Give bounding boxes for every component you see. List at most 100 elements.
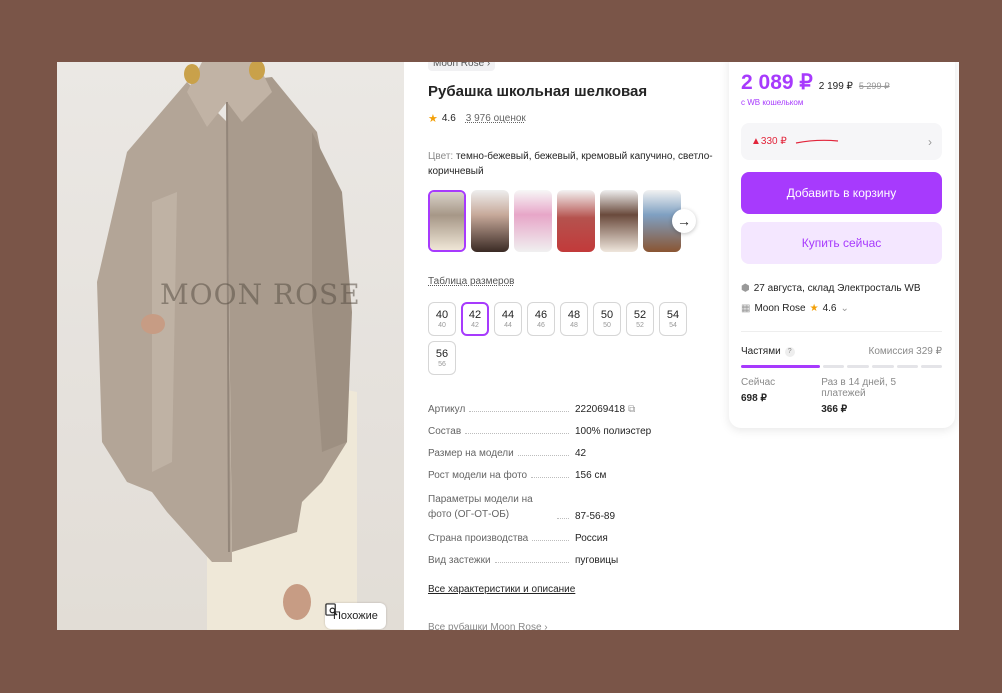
rating-row: ★ 4.6 3 976 оценок <box>428 112 526 125</box>
price-main: 2 089 ₽ <box>741 71 813 94</box>
color-label: Цвет: <box>428 151 454 162</box>
size-option[interactable]: 46 46 <box>527 302 555 336</box>
buy-now-button[interactable]: Купить сейчас <box>741 222 942 264</box>
thumbnails-next-button[interactable]: → <box>672 209 696 233</box>
color-value: темно-бежевый, бежевый, кремовый капучин… <box>428 151 713 177</box>
size-ru: 44 <box>504 322 512 329</box>
color-thumb-3[interactable] <box>514 190 552 252</box>
brand-link[interactable]: Moon Rose › <box>428 62 496 71</box>
squiggle-icon <box>795 139 838 144</box>
seller-info[interactable]: ▦ Moon Rose ★ 4.6 ⌄ <box>741 303 849 314</box>
chevron-right-icon: › <box>928 134 932 149</box>
size-value: 44 <box>501 309 515 321</box>
chevron-down-icon: ⌄ <box>840 303 849 314</box>
seller-rating: 4.6 <box>822 303 837 314</box>
size-value: 56 <box>435 348 449 360</box>
spec-row: Состав 100% полиэстер <box>428 426 718 437</box>
spec-key: Размер на модели <box>428 448 514 459</box>
copy-icon[interactable]: ⧉ <box>628 404 635 415</box>
seller-name: Moon Rose <box>754 303 806 314</box>
discount-value: ▲330 ₽ <box>751 136 787 147</box>
now-label: Сейчас <box>741 377 776 388</box>
divider <box>741 331 942 332</box>
size-selector: 40 40 42 42 44 44 46 46 48 48 50 50 52 52 54 54 56 56 <box>428 302 698 375</box>
size-value: 54 <box>666 309 680 321</box>
size-ru: 40 <box>438 322 446 329</box>
specs-list: Артикул 222069418 ⧉ Состав 100% полиэстер Раз… <box>428 404 718 577</box>
dotted-leader <box>531 477 569 478</box>
spec-value: 222069418 <box>575 404 626 415</box>
size-ru: 50 <box>603 322 611 329</box>
size-option[interactable]: 48 48 <box>560 302 588 336</box>
color-thumbnails <box>428 190 681 252</box>
search-similar-icon <box>325 603 338 616</box>
spec-value: 100% полиэстер <box>575 426 652 437</box>
commission: Комиссия 329 ₽ <box>868 346 942 357</box>
dotted-leader <box>532 540 569 541</box>
color-thumb-2[interactable] <box>471 190 509 252</box>
dotted-leader <box>465 433 569 434</box>
add-to-cart-button[interactable]: Добавить в корзину <box>741 172 942 214</box>
schedule-value: 366 ₽ <box>821 404 848 415</box>
spec-value: 87-56-89 <box>575 511 616 522</box>
spec-key: Страна производства <box>428 533 529 544</box>
spec-key: Артикул <box>428 404 466 415</box>
price-row: 2 089 ₽ 2 199 ₽ 5 299 ₽ <box>741 70 890 95</box>
rating-value: 4.6 <box>441 113 456 124</box>
shirt-photo-illustration <box>97 62 357 630</box>
product-title: Рубашка школьная шелковая <box>428 83 648 100</box>
size-table-link[interactable]: Таблица размеров <box>428 276 514 287</box>
star-icon: ★ <box>809 303 819 314</box>
size-ru: 42 <box>471 322 479 329</box>
help-icon[interactable]: ? <box>784 346 795 357</box>
spec-value: 42 <box>575 448 587 459</box>
reviews-link[interactable]: 3 976 оценок <box>466 113 526 124</box>
size-option[interactable]: 44 44 <box>494 302 522 336</box>
size-option[interactable]: 56 56 <box>428 341 456 375</box>
size-value: 40 <box>435 309 449 321</box>
spec-key: Рост модели на фото <box>428 470 528 481</box>
size-option[interactable]: 54 54 <box>659 302 687 336</box>
spec-row: Артикул 222069418 ⧉ <box>428 404 718 415</box>
size-value: 48 <box>567 309 581 321</box>
dotted-leader <box>494 562 569 563</box>
size-option[interactable]: 50 50 <box>593 302 621 336</box>
arrow-right-icon: → <box>677 213 691 229</box>
color-thumb-1[interactable] <box>428 190 466 252</box>
spec-row: Размер на модели 42 <box>428 448 718 459</box>
installments-label: Частями <box>741 346 781 357</box>
dotted-leader <box>517 455 569 456</box>
color-thumb-4[interactable] <box>557 190 595 252</box>
size-option[interactable]: 40 40 <box>428 302 456 336</box>
all-characteristics-link[interactable]: Все характеристики и описание <box>428 584 575 595</box>
size-ru: 56 <box>438 361 446 368</box>
wallet-note: с WB кошельком <box>741 98 804 107</box>
box-icon: ⬢ <box>741 283 750 294</box>
dotted-leader <box>557 518 569 519</box>
similar-button[interactable]: Похожие <box>325 603 386 629</box>
price-card: 2 089 ₽ 2 199 ₽ 5 299 ₽ с WB кошельком ▲… <box>729 62 955 428</box>
spec-key: Вид застежки <box>428 555 491 566</box>
spec-row: Страна производства Россия <box>428 533 718 544</box>
size-value: 52 <box>633 309 647 321</box>
discount-row[interactable]: ▲330 ₽ › <box>741 123 942 160</box>
size-value: 42 <box>468 309 482 321</box>
delivery-text: 27 августа, склад Электросталь WB <box>753 283 921 294</box>
size-value: 46 <box>534 309 548 321</box>
dotted-leader <box>469 411 569 412</box>
size-option[interactable]: 42 42 <box>461 302 489 336</box>
size-option[interactable]: 52 52 <box>626 302 654 336</box>
all-shirts-link[interactable]: Все рубашки Moon Rose › <box>428 622 548 630</box>
shop-icon: ▦ <box>741 303 751 314</box>
spec-key: Параметры модели на фото (ОГ-ОТ-ОБ) <box>428 494 533 520</box>
product-page: MOON ROSE Похожие Moon Rose › Рубашка шк… <box>57 62 959 630</box>
price-old: 5 299 ₽ <box>858 81 890 91</box>
spec-value: Россия <box>575 533 608 544</box>
product-photo[interactable]: MOON ROSE Похожие <box>57 62 404 630</box>
color-thumb-5[interactable] <box>600 190 638 252</box>
installments-block[interactable]: Частями ? Комиссия 329 ₽ Сейчас 698 ₽ Ра… <box>741 346 943 415</box>
size-ru: 52 <box>636 322 644 329</box>
spec-key: Состав <box>428 426 462 437</box>
product-info: Moon Rose › Рубашка школьная шелковая ★ … <box>428 62 728 630</box>
now-value: 698 ₽ <box>741 393 767 404</box>
